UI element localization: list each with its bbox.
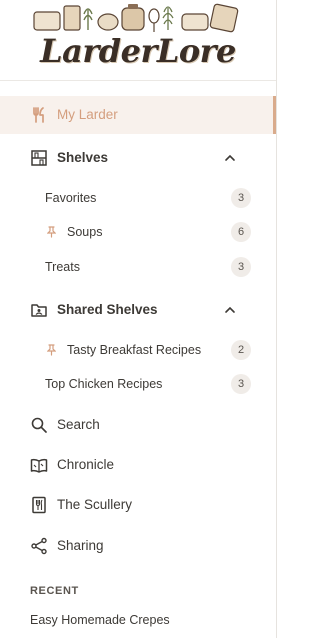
- nav-search-label: Search: [57, 417, 100, 432]
- shelves-icon: [30, 149, 48, 167]
- nav-chronicle[interactable]: Chronicle: [0, 450, 276, 480]
- nav-my-larder-label: My Larder: [57, 107, 118, 122]
- pin-icon: [47, 226, 56, 238]
- shelf-item-treats[interactable]: Treats 3: [0, 255, 276, 279]
- search-icon: [30, 416, 48, 434]
- pin-icon: [47, 344, 56, 356]
- utensils-icon: [30, 106, 48, 124]
- chevron-up-icon[interactable]: [224, 304, 236, 316]
- shared-shelves-section-header[interactable]: Shared Shelves: [0, 294, 276, 326]
- nav-scullery-label: The Scullery: [57, 497, 133, 512]
- shared-shelf-item-breakfast[interactable]: Tasty Breakfast Recipes 2: [0, 338, 276, 362]
- app-logo[interactable]: LarderLore: [0, 0, 276, 80]
- count-badge: 6: [231, 222, 251, 242]
- count-badge: 2: [231, 340, 251, 360]
- nav-search[interactable]: Search: [0, 410, 276, 440]
- nav-sharing-label: Sharing: [57, 538, 104, 553]
- active-indicator: [273, 96, 276, 134]
- book-open-icon: [30, 456, 48, 474]
- recent-section-title: RECENT: [30, 585, 79, 597]
- pantry-jars-illustration: [33, 3, 239, 33]
- nav-chronicle-label: Chronicle: [57, 457, 115, 472]
- sidebar: LarderLore My Larder Shelves Favorites 3…: [0, 0, 277, 638]
- shelf-item-favorites[interactable]: Favorites 3: [0, 186, 276, 210]
- nav-scullery[interactable]: The Scullery: [0, 490, 276, 520]
- logo-wordmark: LarderLore: [40, 32, 236, 70]
- shared-shelf-item-label: Top Chicken Recipes: [45, 377, 163, 391]
- count-badge: 3: [231, 257, 251, 277]
- shelf-item-soups[interactable]: Soups 6: [0, 220, 276, 244]
- share-icon: [30, 537, 48, 555]
- nav-sharing[interactable]: Sharing: [0, 531, 276, 561]
- shared-shelf-item-chicken[interactable]: Top Chicken Recipes 3: [0, 372, 276, 396]
- shelves-section-header[interactable]: Shelves: [0, 142, 276, 174]
- shared-shelves-title: Shared Shelves: [57, 302, 158, 317]
- cookbook-icon: [30, 496, 48, 514]
- shelf-item-label: Treats: [45, 260, 80, 274]
- nav-my-larder[interactable]: My Larder: [0, 96, 276, 134]
- shared-folder-icon: [30, 301, 48, 319]
- chevron-up-icon[interactable]: [224, 152, 236, 164]
- shared-shelf-item-label: Tasty Breakfast Recipes: [67, 343, 202, 357]
- recent-item[interactable]: Easy Homemade Crepes: [30, 613, 170, 627]
- count-badge: 3: [231, 374, 251, 394]
- shelf-item-label: Favorites: [45, 191, 97, 205]
- shelves-title: Shelves: [57, 150, 109, 165]
- header-divider: [0, 80, 276, 81]
- count-badge: 3: [231, 188, 251, 208]
- shelf-item-label: Soups: [67, 225, 103, 239]
